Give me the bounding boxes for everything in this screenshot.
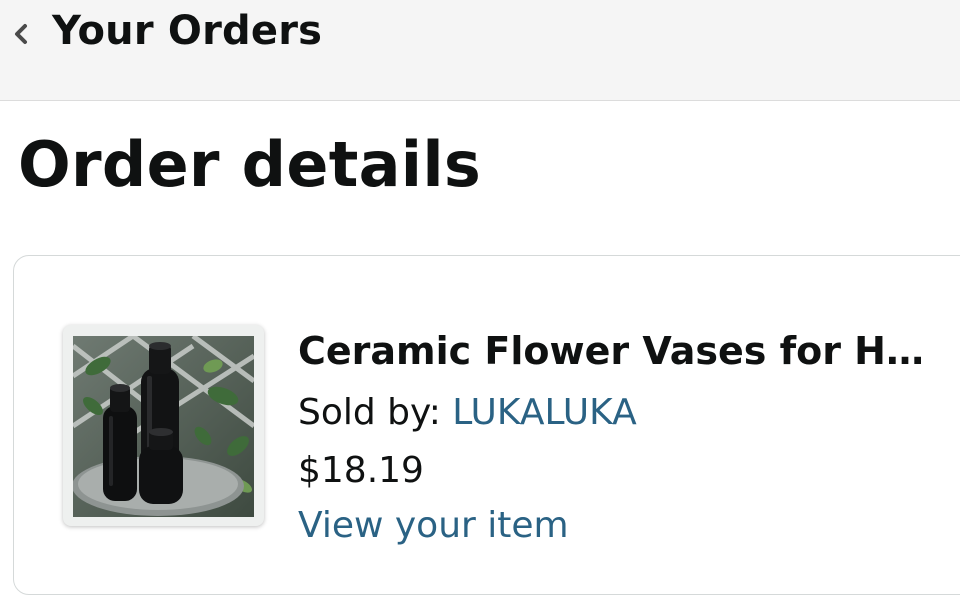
product-image — [73, 336, 254, 517]
product-title-link[interactable]: Ceramic Flower Vases for Ho… — [298, 329, 946, 373]
product-thumbnail[interactable] — [63, 325, 264, 526]
seller-link[interactable]: LUKALUKA — [452, 392, 636, 433]
sold-by-line: Sold by: LUKALUKA — [298, 392, 637, 433]
view-your-item-link[interactable]: View your item — [298, 505, 569, 546]
sold-by-prefix: Sold by: — [298, 392, 453, 433]
item-price: $18.19 — [298, 450, 424, 491]
chevron-left-icon — [15, 24, 27, 44]
back-to-orders-button[interactable]: Your Orders — [0, 0, 330, 68]
back-label: Your Orders — [52, 8, 323, 54]
top-bar: Your Orders — [0, 0, 960, 101]
page-title: Order details — [18, 128, 482, 201]
